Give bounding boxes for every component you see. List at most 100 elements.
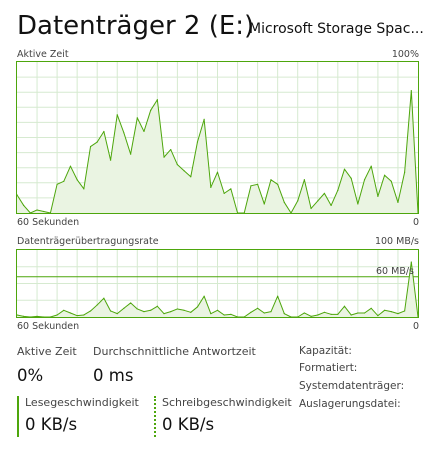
data-point xyxy=(143,130,145,133)
data-point xyxy=(317,200,319,202)
data-point xyxy=(363,312,366,314)
data-point xyxy=(103,297,105,299)
data-point xyxy=(83,188,85,190)
data-point xyxy=(257,183,259,185)
data-point xyxy=(230,188,232,190)
data-point xyxy=(170,148,172,151)
data-point xyxy=(123,132,125,134)
data-point xyxy=(210,313,212,315)
data-point xyxy=(63,180,65,182)
data-point xyxy=(377,315,379,317)
data-point xyxy=(96,304,98,306)
data-point xyxy=(283,313,285,315)
capacity-label: Kapazität: xyxy=(299,345,352,357)
active-time-stat-label: Aktive Zeit xyxy=(17,345,77,358)
data-point xyxy=(203,118,205,120)
data-point xyxy=(156,305,158,307)
data-point xyxy=(116,114,118,116)
write-speed-stat-label: Schreibgeschwindigkeit xyxy=(162,396,292,409)
active-time-graph xyxy=(16,61,419,214)
data-point xyxy=(270,311,272,313)
data-point xyxy=(136,308,138,310)
data-point xyxy=(343,168,346,170)
data-point xyxy=(36,209,38,211)
data-point xyxy=(357,203,359,205)
page-file-label: Auslagerungsdatei: xyxy=(299,398,401,410)
data-point xyxy=(357,312,359,314)
data-point xyxy=(63,309,65,311)
active-time-graph-min-label: 0 xyxy=(412,217,419,228)
data-point xyxy=(196,306,199,308)
data-point xyxy=(156,99,158,101)
transfer-graph-label: Datenträgerübertragungsrate xyxy=(17,236,159,247)
data-point xyxy=(317,314,319,316)
data-point xyxy=(150,309,152,311)
data-point xyxy=(103,130,105,133)
data-point xyxy=(277,295,279,297)
data-point xyxy=(176,308,178,310)
data-point xyxy=(143,311,145,313)
data-point xyxy=(163,313,165,315)
data-point xyxy=(216,309,219,311)
disk-title: Datenträger 2 (E:) xyxy=(17,11,255,41)
avg-response-stat-value: 0 ms xyxy=(93,366,134,385)
data-point xyxy=(330,204,332,207)
data-point xyxy=(297,200,299,202)
avg-response-stat-label: Durchschnittliche Antwortzeit xyxy=(93,345,256,358)
data-point xyxy=(69,165,72,167)
data-point xyxy=(183,309,185,311)
data-point xyxy=(36,315,38,317)
data-point xyxy=(377,195,379,197)
data-point xyxy=(190,311,192,313)
data-point xyxy=(123,307,125,309)
read-speed-indicator xyxy=(17,396,19,437)
active-time-graph-time-label: 60 Sekunden xyxy=(17,217,80,228)
data-point xyxy=(270,179,272,181)
data-point xyxy=(116,313,118,315)
data-point xyxy=(250,185,252,187)
data-point xyxy=(404,310,406,312)
data-point xyxy=(390,311,392,313)
data-point xyxy=(150,109,152,111)
transfer-rate-graph: 60 MB/s xyxy=(16,249,419,318)
active-time-stat-value: 0% xyxy=(17,366,44,385)
data-point xyxy=(130,302,132,304)
data-point xyxy=(330,313,332,315)
read-speed-stat-value: 0 KB/s xyxy=(25,415,78,434)
data-point xyxy=(350,314,352,316)
data-point xyxy=(109,159,112,161)
data-point xyxy=(190,176,192,178)
data-point xyxy=(303,312,305,314)
active-time-graph-max-label: 100% xyxy=(391,49,419,60)
formatted-label: Formatiert: xyxy=(299,362,358,374)
system-disk-label: Systemdatenträger: xyxy=(299,380,405,392)
data-point xyxy=(263,312,265,314)
data-point xyxy=(397,313,399,315)
data-point xyxy=(23,315,25,317)
data-point xyxy=(303,179,305,181)
data-point xyxy=(404,171,406,173)
data-point xyxy=(323,311,326,313)
data-point xyxy=(43,210,45,213)
data-point xyxy=(76,315,78,317)
data-point xyxy=(203,295,205,297)
data-point xyxy=(163,156,165,158)
data-point xyxy=(76,179,78,181)
data-point xyxy=(283,201,285,204)
data-point xyxy=(257,307,259,309)
data-point xyxy=(210,186,212,188)
data-point xyxy=(343,305,346,307)
data-point xyxy=(250,311,252,313)
data-point xyxy=(337,189,339,191)
data-point xyxy=(370,165,372,167)
transfer-graph-min-label: 0 xyxy=(412,321,419,332)
write-speed-stat-value: 0 KB/s xyxy=(162,415,215,434)
data-point xyxy=(337,313,339,315)
active-time-graph-label: Aktive Zeit xyxy=(17,49,69,60)
data-point xyxy=(56,183,58,185)
data-point xyxy=(223,192,225,194)
data-point xyxy=(216,171,219,173)
data-point xyxy=(323,192,326,194)
data-point xyxy=(410,261,412,263)
data-point xyxy=(56,314,58,316)
